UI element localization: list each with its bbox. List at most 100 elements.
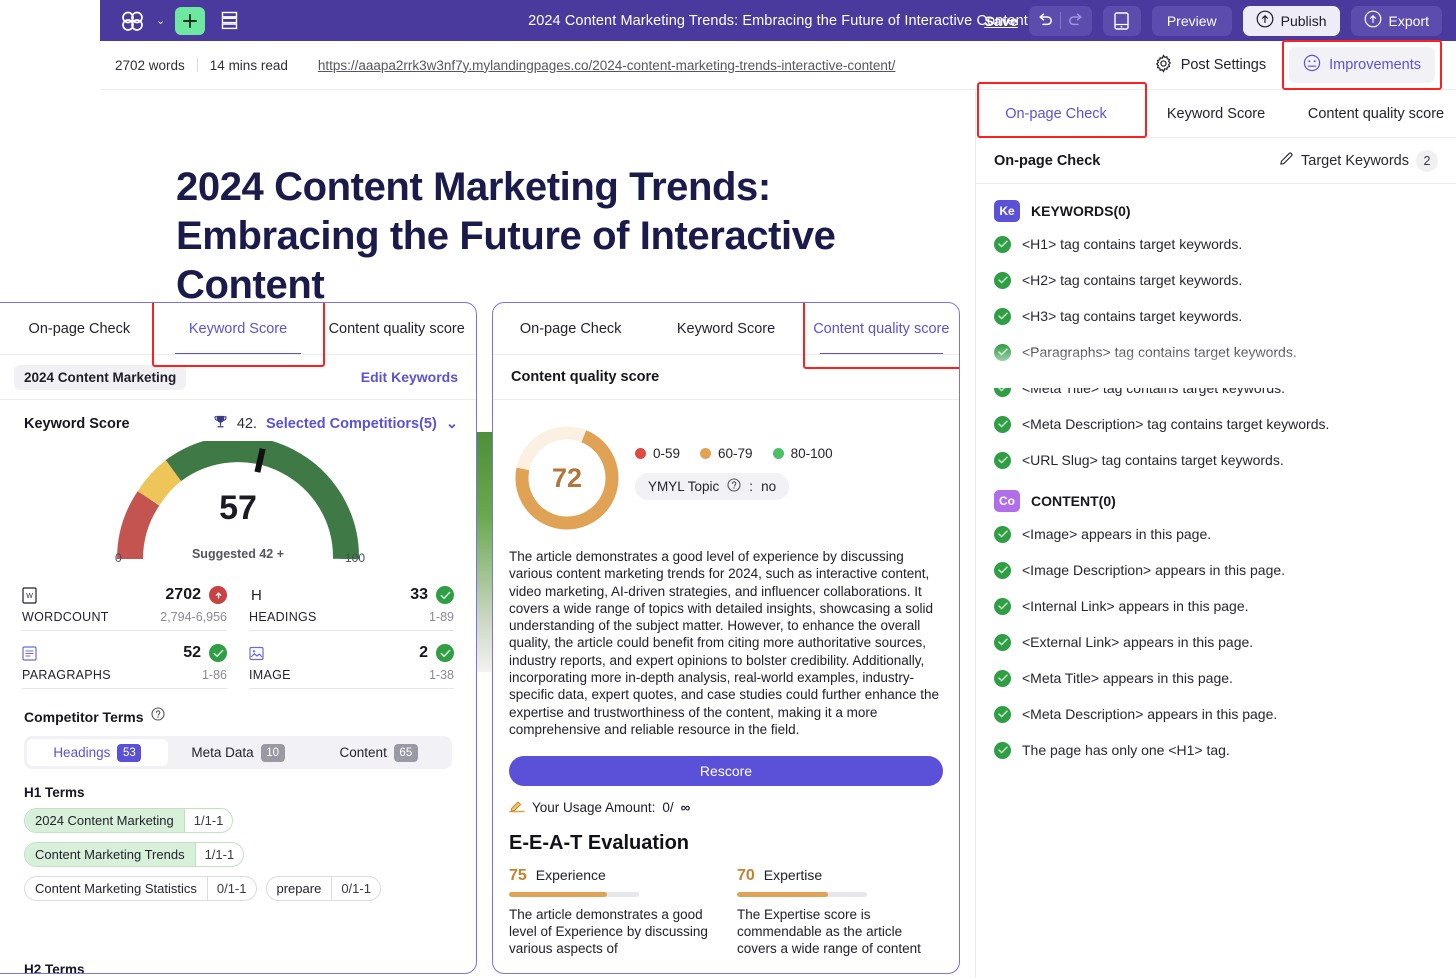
- tab-keyword-score[interactable]: Keyword Score: [159, 303, 318, 354]
- term-pill[interactable]: prepare 0/1-1: [265, 876, 381, 901]
- stat-value: 2: [419, 644, 428, 661]
- tab-on-page-check[interactable]: On-page Check: [0, 303, 159, 354]
- eeat-score: 75: [509, 867, 527, 885]
- term-pill[interactable]: Content Marketing Statistics 0/1-1: [24, 876, 257, 901]
- legend-dot: [700, 448, 712, 459]
- target-keywords-count: 2: [1416, 149, 1438, 172]
- tab-label: Content quality score: [1307, 105, 1445, 122]
- tab-keyword-score[interactable]: Keyword Score: [1136, 90, 1296, 137]
- on-page-check-list: Ke KEYWORDS(0) <H1> tag contains target …: [976, 184, 1456, 974]
- keyword-stats-grid: W 2702 WORDCOUNT 2,794-6,956 H 33 HEADIN…: [0, 563, 476, 689]
- tab-keyword-score[interactable]: Keyword Score: [648, 303, 803, 354]
- undo-redo-group: [1028, 5, 1092, 36]
- usage-amount-row: Your Usage Amount: 0/ ∞: [493, 786, 959, 816]
- segment-headings[interactable]: Headings 53: [27, 739, 168, 766]
- help-circle-icon[interactable]: [727, 478, 741, 495]
- post-settings-button[interactable]: Post Settings: [1144, 48, 1276, 83]
- tab-label: Keyword Score: [188, 320, 288, 337]
- keyword-score-gauge: 0 100 57 Suggested 42 +: [103, 436, 373, 565]
- tab-label: On-page Check: [519, 320, 622, 337]
- stat-paragraphs: 52 PARAGRAPHS 1-86: [22, 631, 227, 689]
- edit-keywords-button[interactable]: Edit Keywords: [361, 369, 458, 385]
- legend-dot: [635, 448, 646, 459]
- stat-label: IMAGE: [249, 668, 291, 682]
- ymyl-label: YMYL Topic: [648, 479, 720, 494]
- check-item: <Internal Link> appears in this page.: [994, 588, 1438, 624]
- check-item-label: <H3> tag contains target keywords.: [1022, 308, 1243, 324]
- check-circle-icon: [436, 644, 454, 662]
- read-time-label: 14 mins read: [209, 57, 288, 73]
- improvements-button[interactable]: Improvements: [1289, 47, 1435, 83]
- device-preview-icon[interactable]: [1102, 5, 1141, 36]
- warning-arrow-icon: [209, 586, 227, 604]
- check-circle-icon: [994, 561, 1011, 579]
- publish-button[interactable]: Publish: [1242, 5, 1340, 36]
- svg-text:W: W: [26, 593, 33, 600]
- target-keywords-button[interactable]: Target Keywords 2: [1279, 149, 1438, 172]
- help-circle-icon[interactable]: [150, 707, 165, 726]
- check-item: <External Link> appears in this page.: [994, 624, 1438, 660]
- gear-icon: [1154, 53, 1173, 77]
- chevron-down-icon[interactable]: ⌄: [156, 14, 165, 27]
- group-header-keywords: Ke KEYWORDS(0): [994, 200, 1438, 222]
- app-top-bar: ⌄ 2024 Content Marketing Trends: Embraci…: [100, 0, 1456, 41]
- active-keyword-chip[interactable]: 2024 Content Marketing: [14, 364, 187, 390]
- check-circle-icon: [994, 271, 1011, 289]
- image-icon: [249, 645, 264, 662]
- tab-label: Content quality score: [813, 320, 950, 337]
- tab-on-page-check[interactable]: On-page Check: [493, 303, 648, 354]
- check-item: <Image> appears in this page.: [994, 516, 1438, 552]
- segment-label: Meta Data: [191, 745, 254, 760]
- segment-meta-data[interactable]: Meta Data 10: [168, 739, 309, 766]
- brand-logo-icon[interactable]: [118, 9, 148, 33]
- term-pill[interactable]: Content Marketing Trends 1/1-1: [24, 842, 245, 867]
- check-item: The page has only one <H1> tag.: [994, 732, 1438, 768]
- eeat-expertise: 70 Expertise The Expertise score is comm…: [737, 867, 943, 957]
- rescore-button[interactable]: Rescore: [509, 756, 943, 787]
- keyword-score-card: On-page Check Keyword Score Content qual…: [0, 302, 477, 974]
- redo-icon[interactable]: [1061, 6, 1092, 36]
- tab-content-quality-score[interactable]: Content quality score: [317, 303, 476, 354]
- undo-icon[interactable]: [1029, 6, 1060, 36]
- check-circle-icon: [994, 415, 1011, 433]
- stat-image: 2 IMAGE 1-38: [249, 631, 454, 689]
- suggested-score-value: 42.: [236, 415, 258, 432]
- meta-bar-actions: Post Settings Improvements: [1144, 40, 1456, 90]
- stat-label: PARAGRAPHS: [22, 668, 111, 682]
- on-page-check-header: On-page Check Target Keywords 2: [976, 138, 1456, 184]
- chevron-down-icon[interactable]: ⌄: [446, 416, 458, 432]
- tab-label: Content quality score: [328, 320, 465, 337]
- paragraph-icon: [22, 645, 37, 662]
- tab-content-quality-score[interactable]: Content quality score: [804, 303, 959, 354]
- word-file-icon: W: [22, 586, 37, 604]
- segment-content[interactable]: Content 65: [308, 739, 449, 766]
- usage-value: 0/: [662, 800, 674, 816]
- usage-max: ∞: [680, 800, 691, 816]
- eeat-progress-bar: [737, 892, 867, 898]
- page-url-link[interactable]: https://aaapa2rrk3w3nf7y.mylandingpages.…: [318, 58, 896, 73]
- tab-content-quality-score[interactable]: Content quality score: [1296, 90, 1456, 137]
- eeat-label: Experience: [535, 867, 606, 884]
- legend-label: 80-100: [790, 446, 833, 461]
- svg-text:H: H: [251, 587, 262, 604]
- check-item-label: <Image Description> appears in this page…: [1022, 562, 1286, 578]
- stat-value: 33: [410, 586, 428, 603]
- check-item-label: <Image> appears in this page.: [1022, 526, 1212, 542]
- legend-label: 0-59: [653, 446, 681, 461]
- check-item-label: <Meta Title> appears in this page.: [1022, 670, 1233, 686]
- stat-range: 2,794-6,956: [160, 610, 227, 624]
- group-title: KEYWORDS(0): [1031, 203, 1131, 219]
- save-button[interactable]: Save: [984, 13, 1018, 29]
- keywords-group-icon: Ke: [994, 200, 1020, 222]
- tab-on-page-check[interactable]: On-page Check: [976, 90, 1136, 137]
- term-pill[interactable]: 2024 Content Marketing 1/1-1: [24, 808, 234, 833]
- term-text: Content Marketing Statistics: [35, 881, 197, 896]
- quality-card-tabs: On-page Check Keyword Score Content qual…: [493, 303, 959, 369]
- export-button[interactable]: Export: [1350, 5, 1442, 36]
- legend-item-low: 0-59: [635, 446, 680, 461]
- term-text: Content Marketing Trends: [25, 843, 195, 866]
- layout-panels-icon[interactable]: [215, 7, 243, 35]
- add-block-button[interactable]: [175, 6, 206, 35]
- selected-competitors-dropdown[interactable]: Selected Competitiors(5): [266, 416, 437, 432]
- preview-button[interactable]: Preview: [1151, 5, 1232, 36]
